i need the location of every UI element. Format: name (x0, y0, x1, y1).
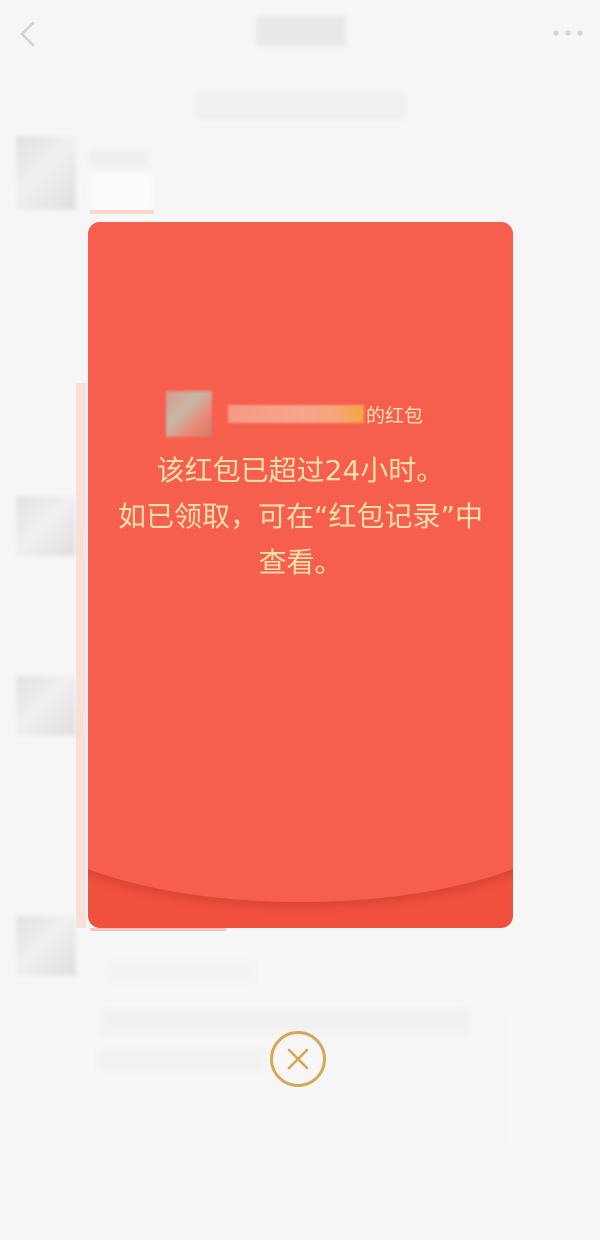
sender-info: 的红包 (166, 390, 423, 438)
sender-suffix-label: 的红包 (366, 404, 424, 427)
expired-message: 该红包已超过24小时。 如已领取，可在“红包记录”中查看。 (118, 448, 483, 586)
sender-name-blurred (228, 405, 364, 423)
red-packet-card: 的红包 该红包已超过24小时。 如已领取，可在“红包记录”中查看。 (88, 222, 513, 928)
sender-avatar (166, 391, 212, 437)
expired-message-text: 该红包已超过24小时。 如已领取，可在“红包记录”中查看。 (118, 454, 484, 579)
red-packet-flap-curve (88, 692, 513, 902)
close-icon (287, 1048, 309, 1070)
close-button[interactable] (270, 1031, 326, 1087)
